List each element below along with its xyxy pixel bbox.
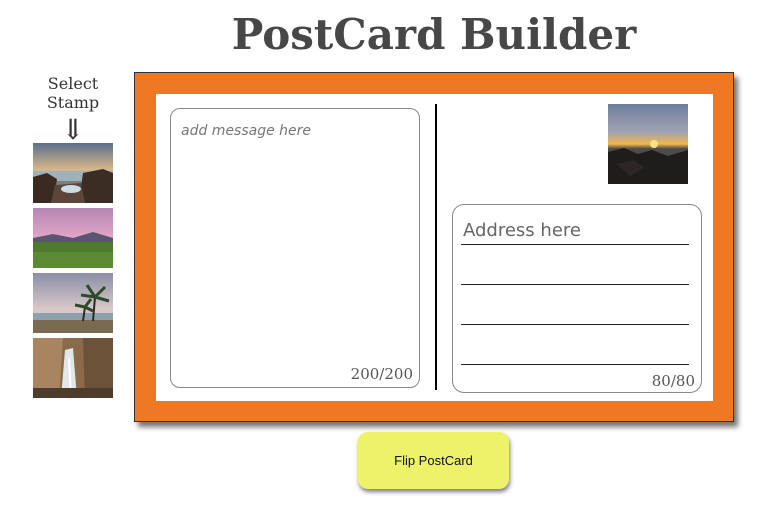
address-line (461, 324, 689, 325)
card-divider (435, 104, 437, 390)
address-line (461, 364, 689, 365)
stamp-slot[interactable] (608, 104, 688, 184)
stamp-thumb-palms[interactable] (33, 273, 113, 333)
address-field[interactable]: Address here 80/80 (452, 204, 702, 393)
stamp-list (33, 143, 113, 403)
message-char-counter: 200/200 (350, 365, 413, 383)
page-title: PostCard Builder (231, 10, 637, 59)
stamp-thumb-waterfall[interactable] (33, 338, 113, 398)
stamp-thumb-sunset[interactable] (33, 143, 113, 203)
postcard-back: add message here 200/200 Address here 80… (156, 94, 713, 401)
stamp-thumb-meadow[interactable] (33, 208, 113, 268)
message-placeholder: add message here (181, 123, 312, 139)
address-line (461, 284, 689, 285)
postcard: add message here 200/200 Address here 80… (134, 72, 734, 422)
address-placeholder: Address here (463, 220, 581, 241)
select-stamp-label: Select Stamp (46, 74, 100, 112)
stamp-picker: Select Stamp ⇓ (24, 74, 122, 398)
address-line (461, 244, 689, 245)
address-char-counter: 80/80 (651, 372, 695, 390)
message-field[interactable]: add message here 200/200 (170, 108, 420, 388)
flip-postcard-button[interactable]: Flip PostCard (358, 432, 509, 489)
down-arrow-icon: ⇓ (61, 113, 85, 146)
